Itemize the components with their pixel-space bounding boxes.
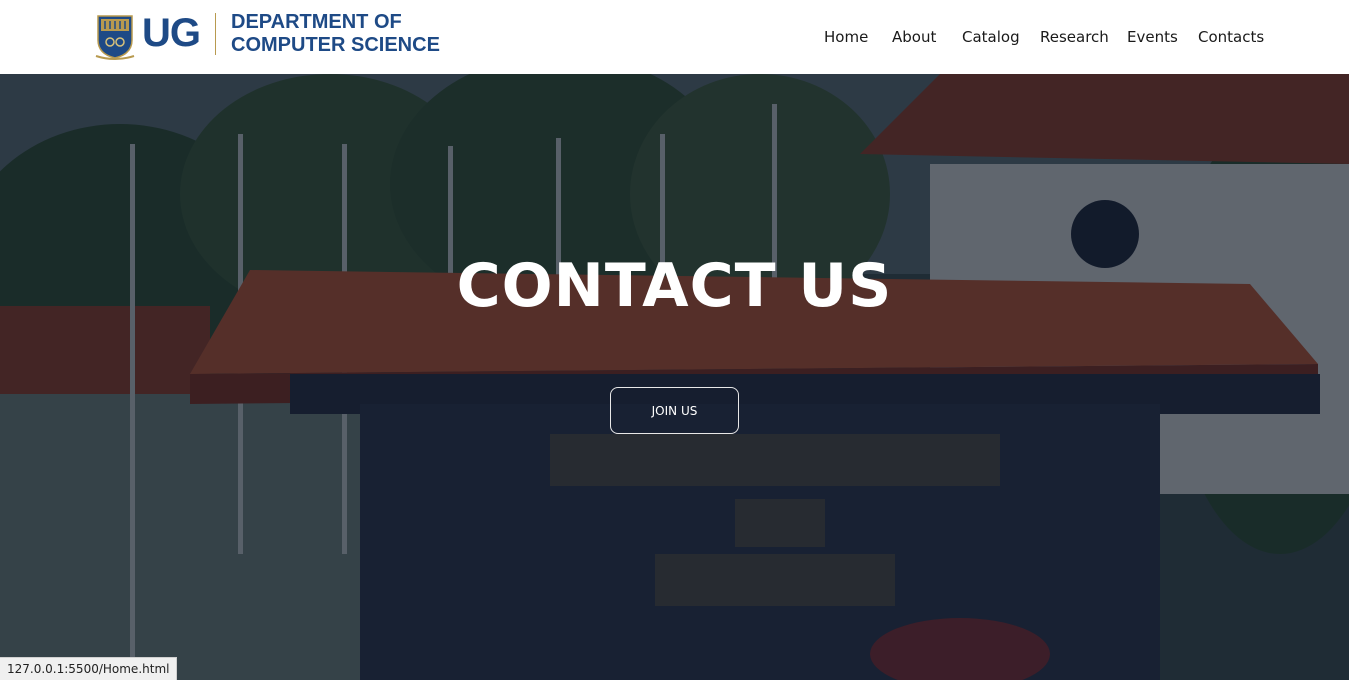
- nav-about[interactable]: About: [892, 26, 936, 48]
- nav-contacts[interactable]: Contacts: [1198, 26, 1264, 48]
- hero-title: CONTACT US: [456, 251, 893, 321]
- browser-status-bar: 127.0.0.1:5500/Home.html: [0, 657, 178, 680]
- nav-home[interactable]: Home: [824, 26, 868, 48]
- hero-section: CONTACT US JOIN US: [0, 74, 1349, 680]
- nav-research[interactable]: Research: [1040, 26, 1109, 48]
- site-header: UG DEPARTMENT OF COMPUTER SCIENCE Home A…: [0, 0, 1349, 74]
- hero-background-image: [0, 74, 1349, 680]
- join-us-button[interactable]: JOIN US: [610, 387, 739, 434]
- main-nav: Home About Catalog Research Events Conta…: [0, 26, 1349, 50]
- nav-events[interactable]: Events: [1127, 26, 1178, 48]
- nav-catalog[interactable]: Catalog: [962, 26, 1020, 48]
